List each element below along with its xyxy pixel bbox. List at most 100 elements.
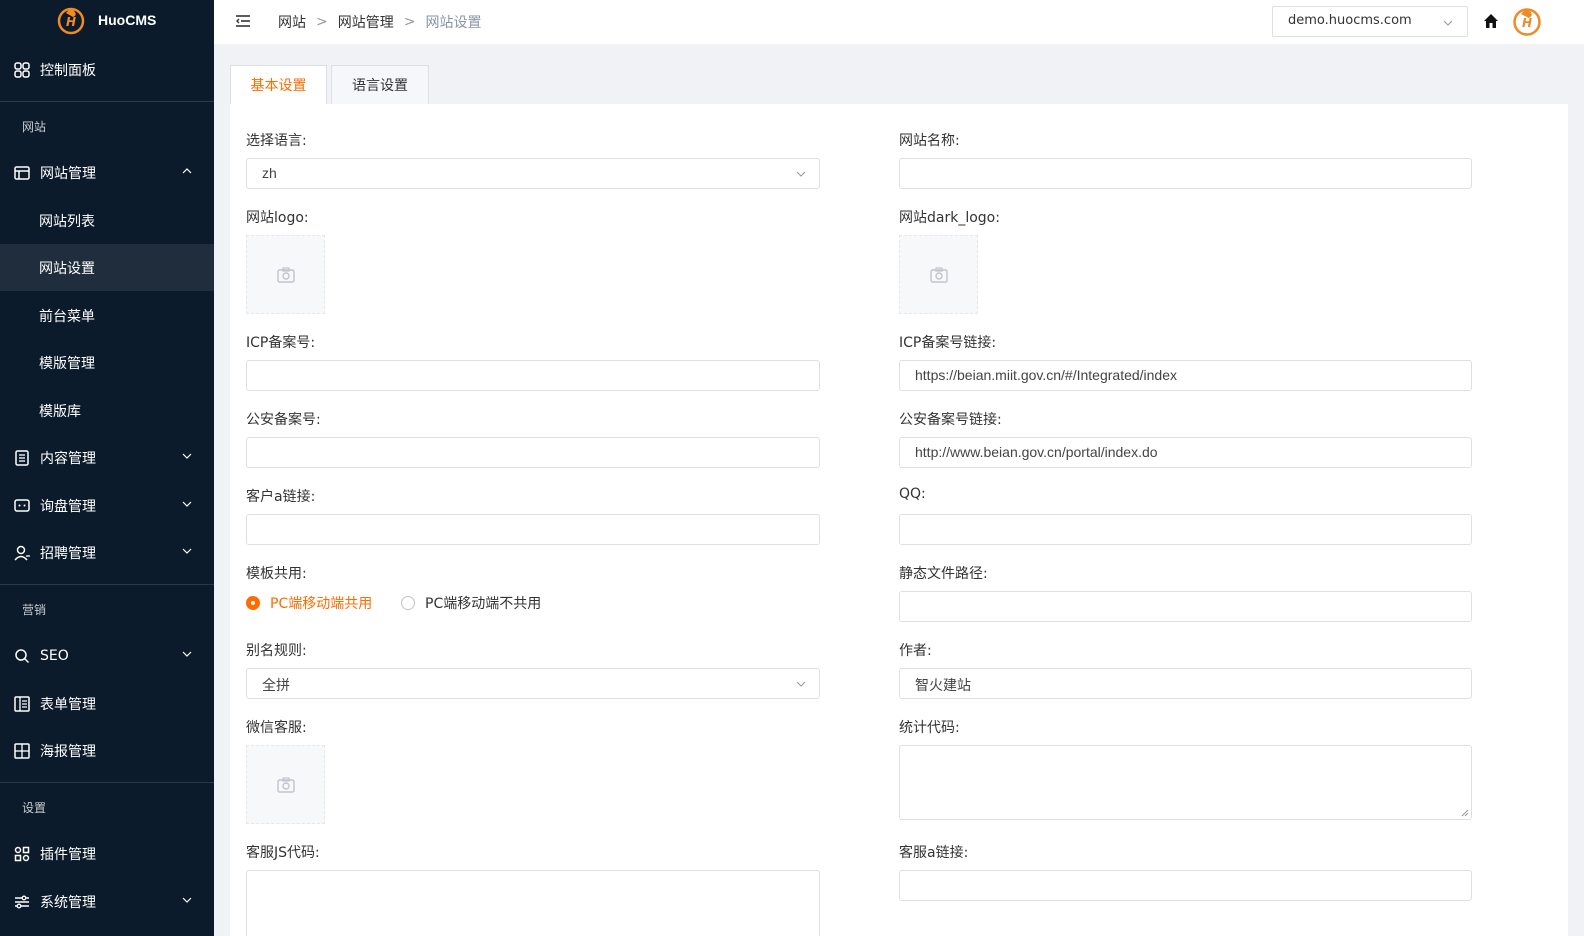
camera-icon xyxy=(276,266,295,283)
icp-label: ICP备案号: xyxy=(246,335,316,351)
sidebar-item-form-manage[interactable]: 表单管理 xyxy=(0,680,214,727)
svg-text:H: H xyxy=(66,15,76,29)
huocms-logo-icon: H xyxy=(57,7,85,35)
police-link-input[interactable]: http://www.beian.gov.cn/portal/index.do xyxy=(899,437,1472,468)
sidebar-item-label: 模版管理 xyxy=(39,355,95,372)
chevron-down-icon xyxy=(182,897,192,903)
sidebar-item-label: 海报管理 xyxy=(40,743,96,760)
chevron-down-icon xyxy=(182,453,192,459)
sidebar-item-site-list[interactable]: 网站列表 xyxy=(0,197,214,244)
breadcrumb-current: 网站设置 xyxy=(425,15,482,31)
sidebar-item-system-manage[interactable]: 系统管理 xyxy=(0,878,214,925)
sidebar-item-content-manage[interactable]: 内容管理 xyxy=(0,434,214,481)
sidebar-divider xyxy=(0,101,214,102)
grid-icon xyxy=(13,742,31,760)
user-icon xyxy=(13,544,31,562)
radio-dot xyxy=(401,596,415,610)
site-selector[interactable]: demo.huocms.com xyxy=(1272,6,1468,37)
icp-input[interactable] xyxy=(246,360,820,391)
chevron-down-icon xyxy=(182,501,192,507)
sidebar-item-dashboard[interactable]: 控制面板 xyxy=(0,46,214,93)
app-name: HuoCMS xyxy=(98,12,157,28)
form-icon xyxy=(13,695,31,713)
police-link-label: 公安备案号链接: xyxy=(899,412,1002,428)
police-input[interactable] xyxy=(246,437,820,468)
qq-input[interactable] xyxy=(899,514,1472,545)
customer-link-input[interactable] xyxy=(246,514,820,545)
language-select-value: zh xyxy=(262,165,277,181)
breadcrumb: 网站 > 网站管理 > 网站设置 xyxy=(278,12,481,32)
chevron-up-icon xyxy=(182,168,192,174)
sidebar-item-site-manage[interactable]: 网站管理 xyxy=(0,149,214,196)
icp-link-label: ICP备案号链接: xyxy=(899,335,997,351)
settings-tabs: 基本设置 语言设置 xyxy=(230,65,433,104)
logo-upload[interactable] xyxy=(246,235,325,314)
sidebar-item-label: 询盘管理 xyxy=(40,498,96,515)
alias-select-value: 全拼 xyxy=(262,677,290,693)
stats-code-textarea[interactable] xyxy=(899,745,1472,820)
cs-js-textarea[interactable] xyxy=(246,870,820,936)
resize-handle-icon[interactable] xyxy=(1461,809,1469,817)
camera-icon xyxy=(276,776,295,793)
cs-link-label: 客服a链接: xyxy=(899,845,969,861)
sidebar-item-label: 内容管理 xyxy=(40,450,96,467)
cs-link-input[interactable] xyxy=(899,870,1472,901)
browser-icon xyxy=(13,164,31,182)
sidebar-item-recruit-manage[interactable]: 招聘管理 xyxy=(0,529,214,576)
logo-label: 网站logo: xyxy=(246,210,309,226)
site-name-label: 网站名称: xyxy=(899,133,960,149)
chevron-down-icon xyxy=(182,548,192,554)
sidebar-group-settings: 设置 xyxy=(22,801,47,815)
static-path-input[interactable] xyxy=(899,591,1472,622)
plugin-icon xyxy=(13,845,31,863)
sidebar: H HuoCMS 控制面板 网站 网站管理 网站列表 网站设置 前台菜单 模版管… xyxy=(0,0,214,936)
sidebar-item-front-menu[interactable]: 前台菜单 xyxy=(0,292,214,339)
sidebar-item-label: 网站列表 xyxy=(39,213,95,230)
author-input[interactable]: 智火建站 xyxy=(899,668,1472,699)
alias-label: 别名规则: xyxy=(246,643,307,659)
chevron-down-icon xyxy=(1443,20,1453,26)
template-share-label: 模板共用: xyxy=(246,566,307,582)
radio-label: PC端移动端不共用 xyxy=(425,596,542,612)
alias-select[interactable]: 全拼 xyxy=(246,668,820,699)
sidebar-item-plugin-manage[interactable]: 插件管理 xyxy=(0,830,214,877)
app-logo[interactable]: H HuoCMS xyxy=(0,0,214,40)
dark-logo-upload[interactable] xyxy=(899,235,978,314)
avatar[interactable]: H xyxy=(1511,5,1543,37)
tab-language-settings[interactable]: 语言设置 xyxy=(331,65,429,104)
site-name-input[interactable] xyxy=(899,158,1472,189)
language-select[interactable]: zh xyxy=(246,158,820,189)
sidebar-item-site-settings[interactable]: 网站设置 xyxy=(0,244,214,291)
qq-label: QQ: xyxy=(899,486,926,502)
chat-icon xyxy=(13,497,31,515)
tab-basic-settings[interactable]: 基本设置 xyxy=(230,65,327,104)
breadcrumb-item[interactable]: 网站 xyxy=(278,12,306,32)
chevron-down-icon xyxy=(182,651,192,657)
customer-link-label: 客户a链接: xyxy=(246,489,316,505)
sidebar-item-template-lib[interactable]: 模版库 xyxy=(0,387,214,434)
author-label: 作者: xyxy=(899,643,932,659)
chevron-down-icon xyxy=(796,681,806,687)
sidebar-item-template-manage[interactable]: 模版管理 xyxy=(0,339,214,386)
dashboard-icon xyxy=(13,61,31,79)
home-icon[interactable] xyxy=(1482,12,1500,30)
radio-share-disabled[interactable]: PC端移动端不共用 xyxy=(401,593,541,613)
sidebar-item-seo[interactable]: SEO xyxy=(0,632,214,679)
sidebar-item-label: 控制面板 xyxy=(40,62,96,79)
sidebar-item-poster-manage[interactable]: 海报管理 xyxy=(0,727,214,774)
wechat-label: 微信客服: xyxy=(246,720,307,736)
language-label: 选择语言: xyxy=(246,133,307,149)
search-icon xyxy=(13,647,31,665)
breadcrumb-item[interactable]: 网站管理 xyxy=(338,12,394,32)
radio-share-enabled[interactable]: PC端移动端共用 xyxy=(246,593,372,613)
menu-fold-icon[interactable] xyxy=(234,12,252,30)
icp-link-input[interactable]: https://beian.miit.gov.cn/#/Integrated/i… xyxy=(899,360,1472,391)
wechat-qr-upload[interactable] xyxy=(246,745,325,824)
sidebar-item-inquiry-manage[interactable]: 询盘管理 xyxy=(0,482,214,529)
breadcrumb-separator: > xyxy=(403,14,416,30)
radio-label: PC端移动端共用 xyxy=(270,596,373,612)
sidebar-divider xyxy=(0,782,214,783)
svg-text:H: H xyxy=(1522,16,1532,30)
main-content: 基本设置 语言设置 选择语言: zh 网站名称: 网站logo: 网站dark_… xyxy=(230,65,1568,936)
sidebar-group-marketing: 营销 xyxy=(22,603,47,617)
